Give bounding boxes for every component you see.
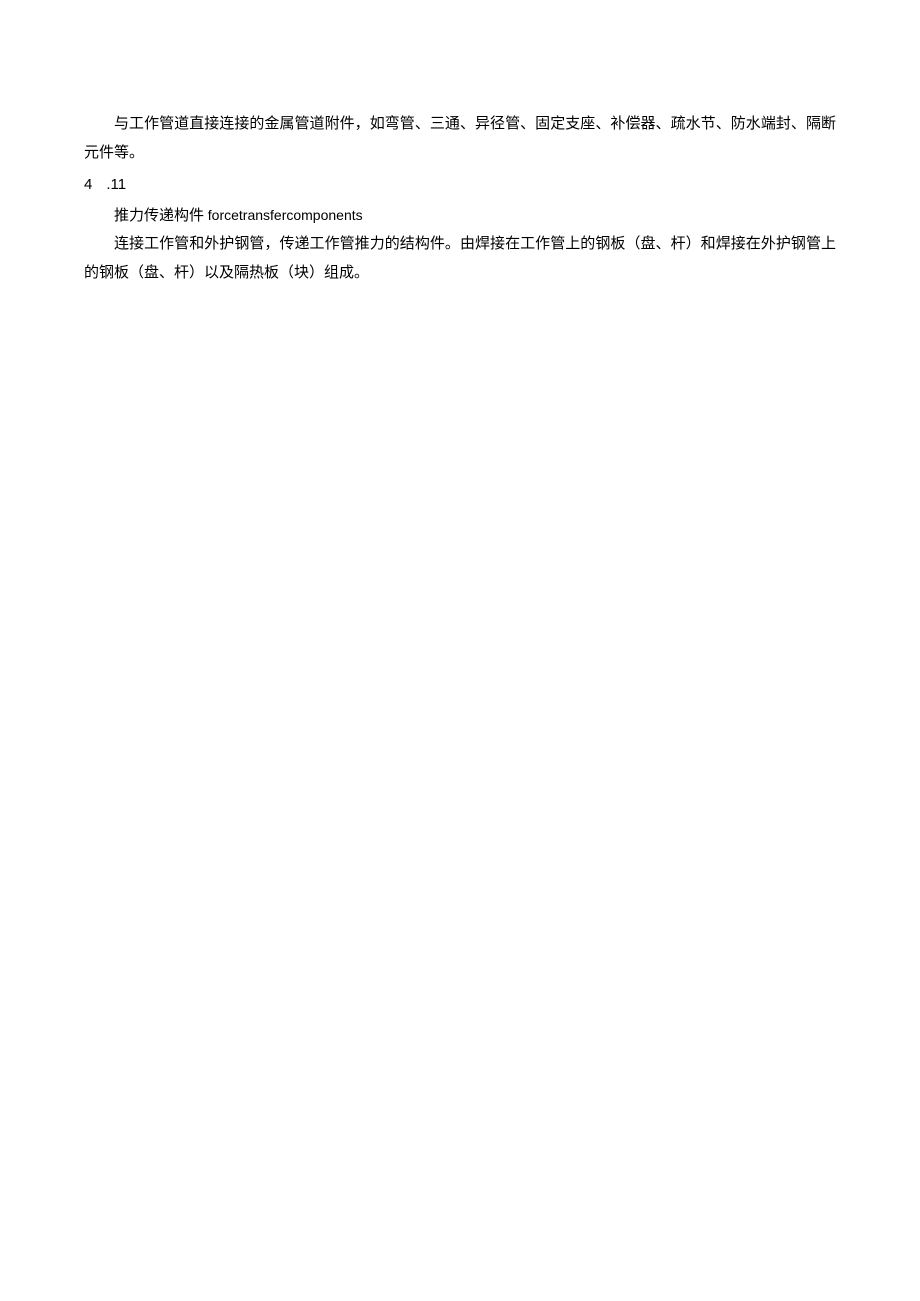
term-chinese: 推力传递构件	[114, 208, 204, 224]
document-page: 与工作管道直接连接的金属管道附件，如弯管、三通、异径管、固定支座、补偿器、疏水节…	[0, 0, 920, 287]
term-title-line: 推力传递构件 forcetransfercomponents	[84, 202, 836, 231]
term-english: forcetransfercomponents	[208, 207, 363, 223]
paragraph-fitting-definition: 与工作管道直接连接的金属管道附件，如弯管、三通、异径管、固定支座、补偿器、疏水节…	[84, 110, 836, 167]
paragraph-force-transfer-definition: 连接工作管和外护钢管，传递工作管推力的结构件。由焊接在工作管上的钢板（盘、杆）和…	[84, 230, 836, 287]
section-number-main: 4	[84, 171, 92, 200]
section-number-sub: .11	[106, 171, 126, 200]
section-number-4-11: 4.11	[84, 171, 836, 200]
